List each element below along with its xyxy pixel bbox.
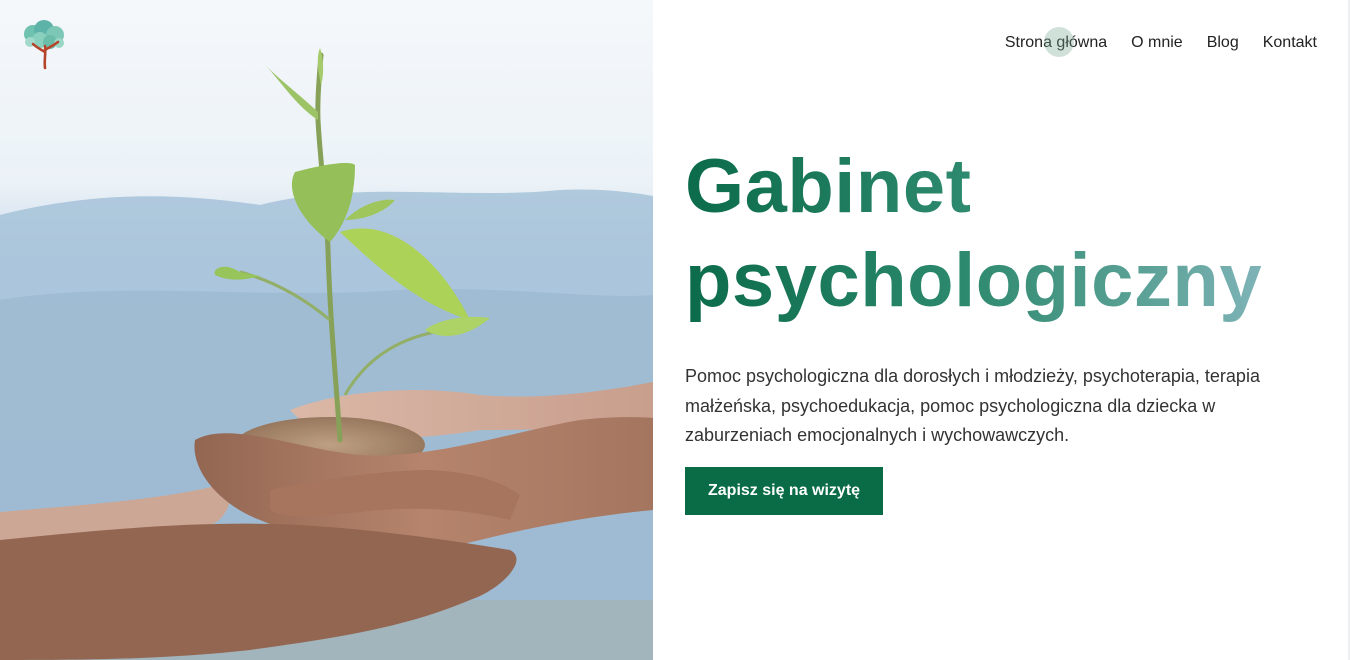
nav-item-contact[interactable]: Kontakt [1263, 32, 1317, 54]
nav-item-label: O mnie [1131, 34, 1183, 51]
nav-item-blog[interactable]: Blog [1207, 32, 1239, 54]
nav-item-label: Kontakt [1262, 34, 1317, 51]
hero-content: Gabinet psychologiczny Pomoc psychologic… [685, 140, 1315, 515]
hero-description: Pomoc psychologiczna dla dorosłych i mło… [685, 366, 1260, 445]
nav-item-home[interactable]: Strona główna [1004, 27, 1108, 57]
book-visit-button[interactable]: Zapisz się na wizytę [685, 466, 884, 515]
nav-item-about[interactable]: O mnie [1131, 32, 1183, 54]
title-line-1: Gabinet [685, 144, 972, 229]
page: Strona główna O mnie Blog Kontakt Gabine… [0, 0, 1350, 660]
tree-logo-icon[interactable] [18, 18, 70, 70]
nav-item-label: Strona główna [1004, 34, 1108, 51]
page-title: Gabinet psychologiczny [685, 140, 1315, 328]
title-line-2: psychologiczny [685, 238, 1263, 323]
hero-image [0, 0, 653, 660]
nav-item-label: Blog [1206, 34, 1239, 51]
main-nav: Strona główna O mnie Blog Kontakt [1004, 27, 1317, 57]
